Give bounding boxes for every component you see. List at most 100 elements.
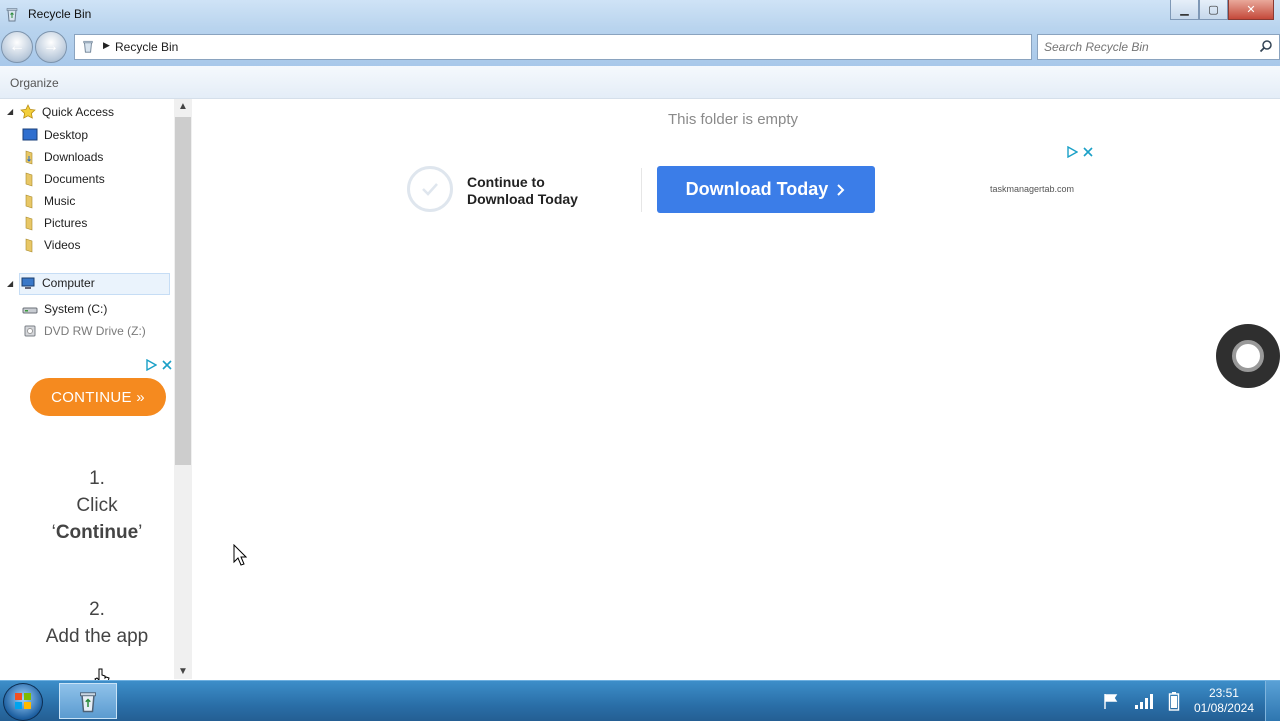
back-button[interactable]: ← [1,31,33,63]
ad-domain[interactable]: taskmanagertab.com [990,184,1074,194]
continue-ad-button[interactable]: CONTINUE » [30,378,166,416]
sidebar-item-quick-access[interactable]: Quick Access [20,102,114,122]
ad-headline: Continue to Download Today [467,174,578,208]
folder-icon [25,238,33,253]
show-desktop-button[interactable] [1265,681,1280,721]
step-number: 1. [89,468,105,489]
sidebar-adchoices[interactable] [145,359,173,371]
address-bar[interactable]: ▶ Recycle Bin [74,34,1032,60]
sidebar-item-label: Pictures [44,216,88,230]
computer-icon [21,277,35,289]
close-window-button[interactable]: ✕ [1228,0,1274,20]
folder-icon [25,216,33,231]
clock-time: 23:51 [1208,686,1239,700]
search-box[interactable] [1037,34,1280,60]
close-icon[interactable] [1082,146,1094,158]
desktop-icon [22,128,38,141]
scroll-up-icon[interactable]: ▲ [178,101,188,112]
step-emphasis: ‘Continue’ [0,519,194,546]
expand-computer-icon[interactable]: ◢ [7,279,13,288]
search-input[interactable] [1042,38,1251,56]
forward-button[interactable]: → [35,31,67,63]
start-button[interactable] [3,683,43,721]
folder-icon [25,150,33,165]
navigation-scrollbar[interactable]: ▲ ▼ [174,99,192,679]
banner-adchoices[interactable] [1066,146,1094,158]
quote-close: ’ [138,522,143,543]
minimize-icon: ▁ [1180,4,1189,16]
sidebar-item-computer[interactable]: Computer [20,273,95,293]
dvd-icon [24,325,36,337]
system-tray: 23:51 01/08/2024 [1102,681,1254,721]
maximize-button[interactable]: ▢ [1199,0,1228,20]
download-button-label: Download Today [685,179,829,199]
ad-check-badge [407,166,453,212]
search-icon[interactable] [1259,39,1273,53]
adchoices-icon[interactable] [1066,146,1078,158]
expand-quick-access-icon[interactable]: ◢ [7,107,13,116]
command-bar: Organize [0,66,1280,99]
folder-icon [25,172,33,187]
sidebar-item-documents[interactable]: Documents [22,169,105,189]
sidebar-item-label: Desktop [44,128,89,142]
clock[interactable]: 23:51 01/08/2024 [1194,686,1254,716]
sidebar-item-system-c[interactable]: System (C:) [22,299,107,319]
minimize-button[interactable]: ▁ [1170,0,1199,20]
widget-ring-icon [1232,340,1264,372]
empty-folder-message: This folder is empty [668,111,799,128]
title-bar: Recycle Bin ▁ ▢ ✕ [0,0,1280,28]
sidebar-item-downloads[interactable]: Downloads [22,147,103,167]
close-icon[interactable] [161,359,173,371]
close-icon: ✕ [1246,4,1256,16]
download-today-button[interactable]: Download Today [657,166,875,213]
star-icon [20,104,36,119]
scrollbar-thumb[interactable] [175,117,191,465]
arrow-cursor-icon [233,544,247,566]
ad-step-1: 1. Click ‘Continue’ [0,465,194,546]
flag-icon[interactable] [1102,692,1120,710]
taskbar: 23:51 01/08/2024 [0,680,1280,721]
ad-step-2: 2. Add the app [0,596,194,650]
sidebar-item-desktop[interactable]: Desktop [22,125,88,145]
drive-icon [22,307,38,314]
chevron-right-icon [837,183,845,196]
recycle-bin-icon [83,40,93,53]
step-text: Click [76,495,118,516]
sidebar-item-music[interactable]: Music [22,191,75,211]
recycle-bin-icon [6,8,18,22]
sidebar-item-label: Documents [44,172,105,186]
sidebar-item-label: Videos [44,238,81,252]
forward-arrow-icon: → [43,38,59,55]
sidebar-item-label: Computer [42,276,95,290]
sidebar-item-label: DVD RW Drive (Z:) [44,324,146,338]
ad-headline-line2: Download Today [467,191,578,207]
adchoices-icon[interactable] [145,359,157,371]
checkmark-icon [422,183,438,196]
breadcrumb-chevron-icon[interactable]: ▶ [103,40,110,51]
sidebar-item-dvd-z[interactable]: DVD RW Drive (Z:) [22,321,146,341]
window-controls: ▁ ▢ ✕ [1170,0,1274,20]
breadcrumb[interactable]: Recycle Bin [115,40,178,54]
ad-divider [641,168,642,212]
battery-icon[interactable] [1168,691,1180,711]
step-bold-text: Continue [55,522,139,543]
sidebar-item-label: Quick Access [42,105,115,119]
sidebar-item-videos[interactable]: Videos [22,235,80,255]
organize-menu[interactable]: Organize [10,76,59,90]
taskbar-item-recycle-bin[interactable] [59,683,117,719]
step-text: Add the app [45,626,149,647]
windows-logo-icon [15,693,31,709]
back-arrow-icon: ← [9,38,25,55]
ad-headline-line1: Continue to [467,174,545,190]
window-title: Recycle Bin [28,7,92,21]
clock-date: 01/08/2024 [1193,701,1254,715]
network-icon[interactable] [1134,693,1154,709]
sidebar-item-pictures[interactable]: Pictures [22,213,87,233]
scroll-down-icon[interactable]: ▼ [178,666,188,677]
sidebar-item-label: System (C:) [44,302,108,316]
folder-icon [25,194,33,209]
sidebar-item-label: Music [44,194,76,208]
recycle-bin-icon [80,692,96,713]
sidebar-item-label: Downloads [44,150,104,164]
floating-widget-button[interactable] [1216,324,1280,388]
